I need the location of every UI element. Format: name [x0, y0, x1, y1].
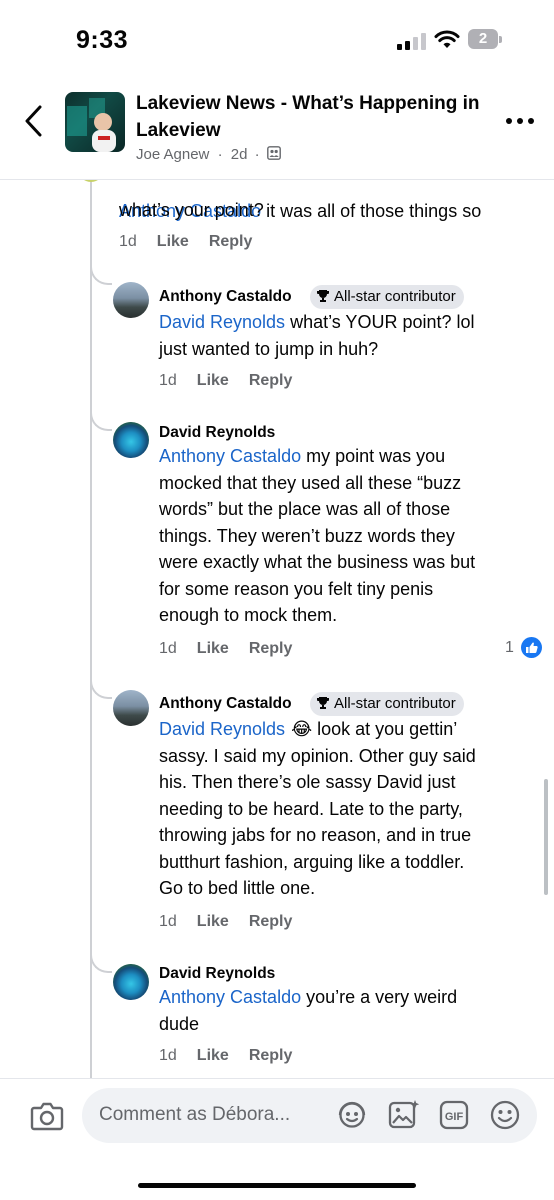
- status-time: 9:33: [76, 26, 129, 54]
- comment-actions: 1d Like Reply: [159, 1047, 292, 1065]
- reply-button[interactable]: Reply: [209, 233, 253, 250]
- mention-link[interactable]: David Reynolds: [159, 719, 285, 739]
- comment-text: David Reynolds what’s YOUR point? lol ju…: [159, 312, 475, 359]
- comment-age: 1d: [119, 233, 137, 250]
- avatar[interactable]: [113, 422, 149, 458]
- comment-actions: 1d Like Reply: [119, 233, 252, 251]
- reply-connector: [90, 677, 112, 699]
- comment-age: 1d: [159, 1047, 177, 1064]
- trophy-icon: [317, 290, 329, 302]
- comment-age: 1d: [159, 640, 177, 657]
- camera-icon[interactable]: [30, 1101, 64, 1131]
- comment-age: 1d: [159, 913, 177, 930]
- comment-author[interactable]: Anthony Castaldo: [159, 288, 292, 306]
- group-title[interactable]: Lakeview News - What’s Happening in Lake…: [136, 90, 486, 144]
- home-indicator[interactable]: [138, 1183, 416, 1188]
- reply-button[interactable]: Reply: [249, 372, 293, 389]
- audience-icon: [266, 146, 281, 160]
- comment-text: Anthony Castaldo my point was you mocked…: [159, 446, 476, 625]
- all-star-badge: All-star contributor: [310, 692, 464, 716]
- post-meta: Joe Agnew · 2d ·: [136, 146, 281, 163]
- comment-author[interactable]: Anthony Castaldo: [159, 695, 292, 713]
- like-reaction-icon[interactable]: [521, 637, 542, 658]
- composer-divider: [0, 1078, 554, 1079]
- comment-text: David Reynolds 😂 look at you gettin’ sass…: [159, 719, 476, 898]
- emoji-icon[interactable]: [489, 1099, 521, 1131]
- reaction-count[interactable]: 1: [505, 639, 514, 657]
- comment-placeholder[interactable]: Comment as Débora...: [99, 1104, 290, 1126]
- avatar[interactable]: [113, 282, 149, 318]
- post-author[interactable]: Joe Agnew: [136, 146, 209, 163]
- comment-author[interactable]: David Reynolds: [159, 424, 275, 442]
- post-age: 2d: [230, 146, 248, 163]
- avatar[interactable]: [113, 964, 149, 1000]
- reply-button[interactable]: Reply: [249, 1047, 293, 1064]
- comment-text: what’s your point?: [119, 200, 264, 220]
- like-button[interactable]: Like: [197, 913, 229, 930]
- reply-connector: [90, 263, 112, 285]
- svg-text:GIF: GIF: [445, 1111, 464, 1123]
- reply-button[interactable]: Reply: [249, 913, 293, 930]
- like-button[interactable]: Like: [197, 1047, 229, 1064]
- comments-thread[interactable]: Anthony Castaldo it was all of those thi…: [0, 180, 554, 1078]
- thread-line: [90, 180, 92, 1078]
- trophy-icon: [317, 697, 329, 709]
- photo-icon[interactable]: [387, 1098, 421, 1131]
- like-button[interactable]: Like: [197, 640, 229, 657]
- mention-link[interactable]: David Reynolds: [159, 312, 285, 332]
- back-arrow-icon[interactable]: [22, 104, 46, 138]
- comment-actions: 1d Like Reply: [159, 913, 292, 931]
- battery-level: 2: [478, 30, 488, 47]
- reply-connector: [90, 951, 112, 973]
- cellular-signal-icon: [397, 32, 427, 50]
- mention-link[interactable]: Anthony Castaldo: [159, 446, 301, 466]
- group-avatar[interactable]: [65, 92, 125, 152]
- avatar[interactable]: [113, 690, 149, 726]
- comment-actions: 1d Like Reply: [159, 640, 292, 658]
- all-star-badge: All-star contributor: [310, 285, 464, 309]
- more-options-icon[interactable]: [506, 118, 534, 126]
- comment-text: Anthony Castaldo you’re a very weird dud…: [159, 987, 458, 1034]
- like-button[interactable]: Like: [157, 233, 189, 250]
- comment-actions: 1d Like Reply: [159, 372, 292, 390]
- avatar-sticker-icon[interactable]: [336, 1099, 368, 1131]
- reply-button[interactable]: Reply: [249, 640, 293, 657]
- comment-author[interactable]: David Reynolds: [159, 965, 275, 983]
- mention-link[interactable]: Anthony Castaldo: [159, 987, 301, 1007]
- avatar: [78, 180, 104, 182]
- gif-icon[interactable]: GIF: [438, 1099, 470, 1131]
- laughing-emoji: 😂: [291, 719, 313, 739]
- like-button[interactable]: Like: [197, 372, 229, 389]
- wifi-icon: [434, 30, 460, 48]
- reply-connector: [90, 409, 112, 431]
- battery-icon: 2: [468, 29, 504, 51]
- comment-age: 1d: [159, 372, 177, 389]
- scrollbar[interactable]: [544, 779, 548, 895]
